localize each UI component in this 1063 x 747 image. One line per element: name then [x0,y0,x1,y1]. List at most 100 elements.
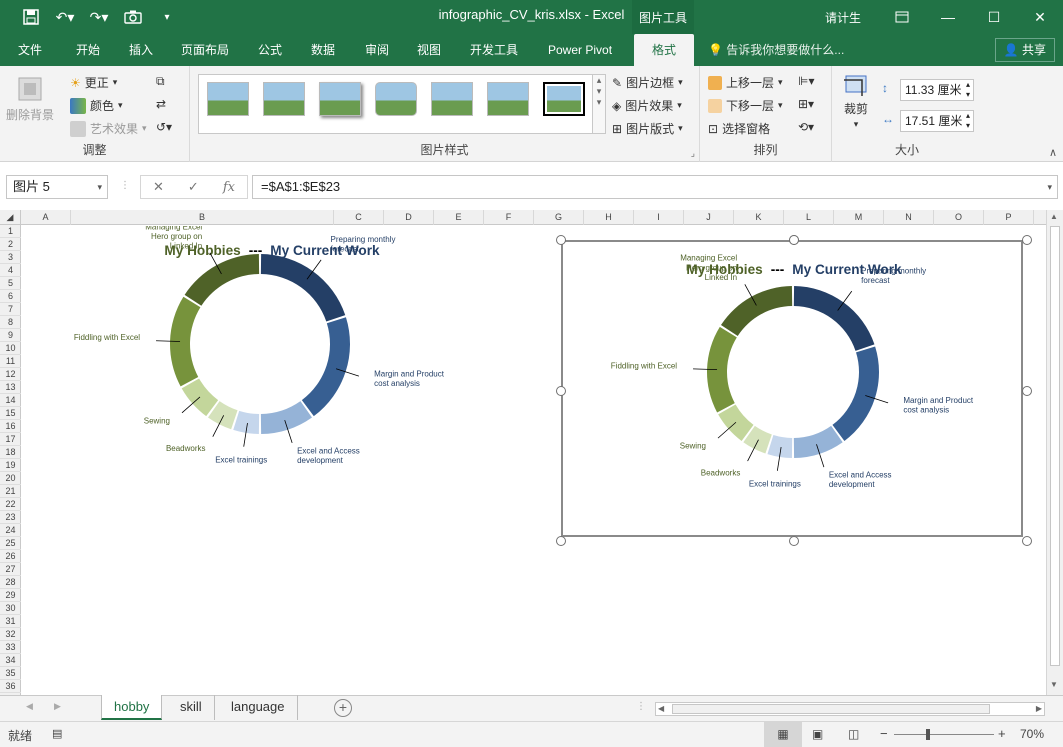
row-header-10[interactable]: 10 [0,342,21,355]
row-header-28[interactable]: 28 [0,576,21,589]
column-header-p[interactable]: P [984,210,1034,225]
change-picture-icon[interactable]: ⇄ [156,97,166,111]
tell-me-search[interactable]: 💡 告诉我你想要做什么... [708,34,844,66]
zoom-out-icon[interactable]: − [880,726,888,741]
enter-icon[interactable]: ✓ [188,179,199,195]
row-header-5[interactable]: 5 [0,277,21,290]
row-header-15[interactable]: 15 [0,407,21,420]
next-sheet-icon[interactable]: ▶ [54,701,61,712]
picture-layout-button[interactable]: ⊞ 图片版式 ▾ [612,120,683,137]
reset-picture-icon[interactable]: ↺▾ [156,120,172,134]
row-header-3[interactable]: 3 [0,251,21,264]
row-header-19[interactable]: 19 [0,459,21,472]
scroll-right-icon[interactable]: ▶ [1036,703,1042,715]
row-header-21[interactable]: 21 [0,485,21,498]
style-thumb-7[interactable] [543,82,585,116]
resize-handle-right[interactable] [1022,385,1032,396]
name-box-dropdown-icon[interactable]: ▾ [97,176,102,198]
zoom-slider-thumb[interactable] [926,729,930,740]
scroll-up-icon[interactable]: ▲ [1050,212,1058,221]
zoom-slider[interactable] [894,734,994,735]
tab-data[interactable]: 数据 [301,34,345,66]
resize-handle-bottom[interactable] [789,536,799,546]
tab-file[interactable]: 文件 [8,34,52,66]
undo-icon[interactable]: ↶▾ [54,6,76,28]
row-header-9[interactable]: 9 [0,329,21,342]
gallery-scroll[interactable]: ▴ ▾ ▾ [592,74,606,134]
name-box[interactable]: 图片 5 ▾ [6,175,108,199]
select-all-corner[interactable]: ◢ [0,210,21,225]
scroll-down-icon[interactable]: ▼ [1050,680,1058,689]
ribbon-display-icon[interactable] [879,0,925,34]
tab-insert[interactable]: 插入 [119,34,163,66]
row-header-30[interactable]: 30 [0,602,21,615]
group-icon[interactable]: ⊞▾ [798,97,814,111]
row-header-13[interactable]: 13 [0,381,21,394]
height-spinner[interactable]: ▴ ▾ [966,80,970,100]
row-header-8[interactable]: 8 [0,316,21,329]
row-header-22[interactable]: 22 [0,498,21,511]
row-header-23[interactable]: 23 [0,511,21,524]
collapse-ribbon-icon[interactable]: ∧ [1049,146,1057,159]
cancel-icon[interactable]: ✕ [153,179,164,195]
column-header-c[interactable]: C [334,210,384,225]
tab-review[interactable]: 审阅 [355,34,399,66]
width-input[interactable]: 17.51 厘米 ▴ ▾ [900,110,974,132]
row-header-7[interactable]: 7 [0,303,21,316]
row-header-1[interactable]: 1 [0,225,21,238]
tab-power-pivot[interactable]: Power Pivot [538,34,622,66]
column-header-h[interactable]: H [584,210,634,225]
macro-record-icon[interactable]: ▤ [52,727,62,740]
style-thumb-6[interactable] [487,82,529,116]
page-break-view-icon[interactable]: ◫ [848,727,859,741]
column-header-n[interactable]: N [884,210,934,225]
send-backward-button[interactable]: 下移一层 ▾ [708,97,783,114]
row-header-12[interactable]: 12 [0,368,21,381]
worksheet-area[interactable]: My Hobbies --- My Current Work Preparing mo… [22,226,1046,695]
zoom-level[interactable]: 70% [1020,727,1044,741]
tab-developer[interactable]: 开发工具 [460,34,528,66]
tab-view[interactable]: 视图 [407,34,451,66]
style-thumb-1[interactable] [207,82,249,116]
resize-handle-top-left[interactable] [556,235,566,245]
tab-home[interactable]: 开始 [66,34,110,66]
picture-effects-button[interactable]: ◈ 图片效果 ▾ [612,97,682,114]
expand-formula-icon[interactable]: ▾ [1047,176,1052,198]
column-header-j[interactable]: J [684,210,734,225]
row-header-33[interactable]: 33 [0,641,21,654]
tab-split-grip[interactable]: ⋮ [636,701,646,712]
picture-border-button[interactable]: ✎ 图片边框 ▾ [612,74,683,91]
sheet-tab-hobby[interactable]: hobby [101,695,163,720]
align-icon[interactable]: ⊫▾ [798,74,814,88]
horizontal-scrollbar[interactable]: ◀ ▶ [655,702,1045,716]
column-header-k[interactable]: K [734,210,784,225]
row-header-11[interactable]: 11 [0,355,21,368]
chart-source[interactable]: My Hobbies --- My Current Work Preparing mo… [74,226,462,492]
row-header-18[interactable]: 18 [0,446,21,459]
row-header-25[interactable]: 25 [0,537,21,550]
compress-pictures-icon[interactable]: ⧉ [156,74,165,89]
prev-sheet-icon[interactable]: ◀ [26,701,33,712]
row-header-2[interactable]: 2 [0,238,21,251]
style-thumb-2[interactable] [263,82,305,116]
maximize-icon[interactable]: ☐ [971,0,1017,34]
tab-formulas[interactable]: 公式 [248,34,292,66]
bring-forward-button[interactable]: 上移一层 ▾ [708,74,783,91]
row-header-4[interactable]: 4 [0,264,21,277]
selection-pane-button[interactable]: ⊡ 选择窗格 [708,120,770,137]
add-sheet-icon[interactable]: + [334,699,352,717]
column-header-m[interactable]: M [834,210,884,225]
redo-icon[interactable]: ↷▾ [88,6,110,28]
column-header-i[interactable]: I [634,210,684,225]
insert-function-icon[interactable]: fx [223,180,235,195]
column-header-l[interactable]: L [784,210,834,225]
row-header-36[interactable]: 36 [0,680,21,693]
rotate-handle[interactable] [789,235,799,245]
corrections-button[interactable]: ☀ 更正 ▾ [70,74,117,91]
dialog-launcher-icon[interactable]: ⌟ [691,148,695,159]
column-header-g[interactable]: G [534,210,584,225]
height-input[interactable]: 11.33 厘米 ▴ ▾ [900,79,974,101]
formula-input[interactable]: =$A$1:$E$23 ▾ [252,175,1058,199]
sheet-tab-skill[interactable]: skill [168,695,215,720]
rotate-icon[interactable]: ⟲▾ [798,120,814,134]
